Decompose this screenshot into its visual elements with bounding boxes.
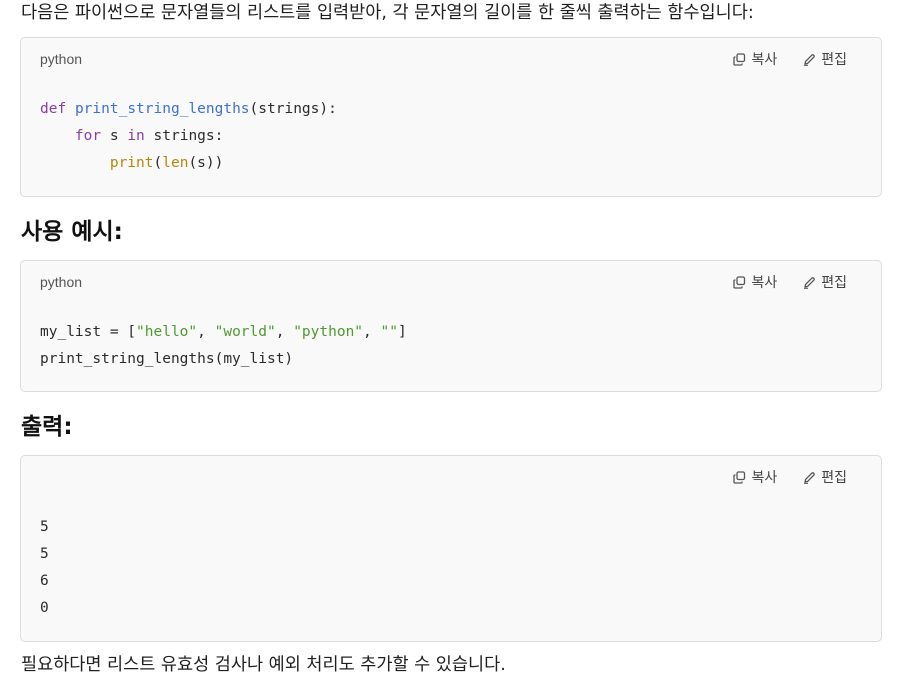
code-line: print(len(s)) — [40, 155, 224, 171]
copy-label: 복사 — [751, 274, 778, 290]
copy-button[interactable]: 복사 — [733, 467, 777, 487]
chat-response: 다음은 파이썬으로 문자열들의 리스트를 입력받아, 각 문자열의 길이를 한 … — [0, 0, 915, 680]
pencil-icon — [803, 471, 816, 484]
code-text: s — [101, 128, 128, 144]
code-block-usage: python 복사 편집 my_list = ["hello", "world"… — [20, 260, 882, 392]
code-content: my_list = ["hello", "world", "python", "… — [40, 319, 407, 373]
code-keyword: for — [74, 128, 102, 144]
pencil-icon — [803, 53, 816, 66]
code-text: , — [363, 324, 381, 340]
code-language-label: python — [40, 274, 83, 290]
code-text: my_list = [ — [40, 324, 137, 340]
code-line: def print_string_lengths(strings): — [40, 101, 337, 117]
copy-icon — [733, 470, 746, 484]
code-actions: 복사 편집 — [733, 272, 847, 292]
edit-button[interactable]: 편집 — [803, 49, 847, 69]
code-block-output: 복사 편집 5 5 6 0 — [20, 455, 882, 642]
edit-label: 편집 — [821, 51, 847, 67]
edit-button[interactable]: 편집 — [803, 272, 847, 292]
code-string: "hello" — [136, 324, 198, 340]
code-content: 5 5 6 0 — [40, 514, 49, 622]
edit-label: 편집 — [821, 469, 847, 485]
output-line: 5 — [40, 519, 49, 535]
code-function-name: print_string_lengths — [74, 101, 250, 117]
output-line: 6 — [40, 573, 49, 589]
copy-button[interactable]: 복사 — [733, 49, 777, 69]
copy-icon — [733, 52, 746, 66]
code-builtin: print — [109, 155, 154, 171]
code-language-label: python — [40, 51, 83, 67]
copy-button[interactable]: 복사 — [733, 272, 777, 292]
code-text: ] — [397, 324, 407, 340]
heading-usage: 사용 예시: — [21, 219, 123, 245]
copy-icon — [733, 275, 746, 289]
outro-text: 필요하다면 리스트 유효성 검사나 예외 처리도 추가할 수 있습니다. — [21, 655, 506, 675]
output-line: 5 — [40, 546, 49, 562]
code-string: "" — [380, 324, 398, 340]
code-block-function: python 복사 편집 def print_string_lengths(st… — [20, 37, 882, 197]
code-actions: 복사 편집 — [733, 49, 847, 69]
code-text: , — [275, 324, 294, 340]
code-line: my_list = ["hello", "world", "python", "… — [40, 324, 407, 340]
edit-button[interactable]: 편집 — [803, 467, 847, 487]
copy-label: 복사 — [751, 51, 778, 67]
code-keyword: in — [127, 128, 145, 144]
code-text: ( — [153, 155, 163, 171]
code-line: for s in strings: — [40, 128, 223, 144]
code-text: (strings): — [249, 101, 337, 117]
copy-label: 복사 — [751, 469, 778, 485]
code-string: "python" — [293, 324, 364, 340]
code-string: "world" — [214, 324, 276, 340]
output-line: 0 — [40, 600, 49, 616]
code-text: (s)) — [188, 155, 224, 171]
code-content: def print_string_lengths(strings): for s… — [40, 96, 337, 177]
intro-text: 다음은 파이썬으로 문자열들의 리스트를 입력받아, 각 문자열의 길이를 한 … — [21, 3, 754, 23]
code-line: print_string_lengths(my_list) — [40, 351, 294, 367]
code-keyword: def — [40, 101, 67, 117]
code-text: strings: — [144, 128, 224, 144]
pencil-icon — [803, 276, 816, 289]
edit-label: 편집 — [821, 274, 847, 290]
code-text: , — [197, 324, 215, 340]
code-actions: 복사 편집 — [733, 467, 847, 487]
code-builtin: len — [162, 155, 189, 171]
heading-output: 출력: — [21, 414, 73, 440]
